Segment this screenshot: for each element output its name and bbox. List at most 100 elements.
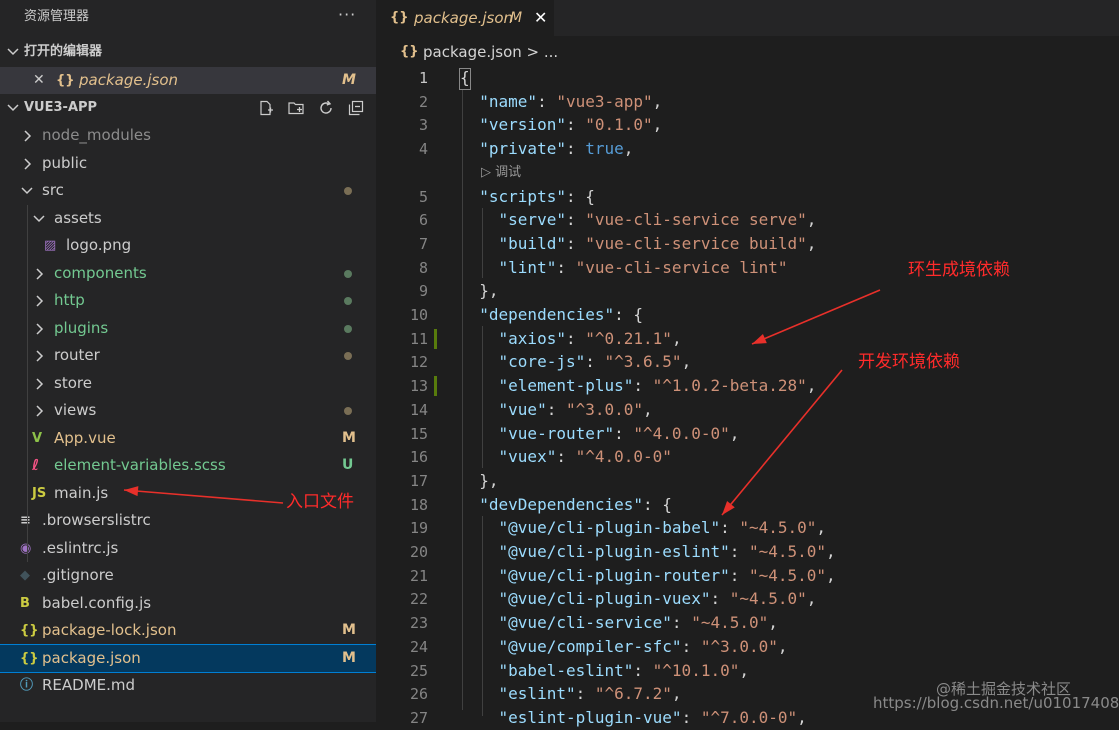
tab-package-json[interactable]: {} package.json M ✕	[376, 0, 554, 36]
git-status-dot	[344, 187, 352, 195]
code-line: "lint": "vue-cli-service lint"	[460, 256, 788, 280]
refresh-icon[interactable]	[318, 100, 334, 116]
code-token: :	[565, 233, 586, 253]
code-token: :	[575, 684, 595, 704]
breadcrumb-path[interactable]: package.json > ...	[423, 38, 558, 66]
new-file-icon[interactable]	[258, 100, 274, 116]
code-line: },	[460, 279, 499, 303]
tree-item[interactable]: V App.vue M	[0, 425, 376, 452]
tree-item-label: .gitignore	[42, 566, 114, 584]
chevron-down-icon[interactable]	[20, 184, 34, 198]
new-folder-icon[interactable]	[288, 100, 304, 116]
code-line: "@vue/cli-plugin-vuex": "~4.5.0",	[460, 587, 817, 611]
code-token: "vue-cli-service serve"	[585, 210, 807, 230]
chevron-right-icon[interactable]	[32, 267, 46, 281]
code-token: :	[614, 423, 634, 443]
open-editor-item[interactable]: ✕ {} package.json M	[0, 67, 376, 94]
code-token: :	[565, 115, 586, 135]
babel-file-icon: B	[20, 595, 30, 611]
code-token: "scripts"	[479, 186, 566, 206]
code-token: "^1.0.2-beta.28"	[652, 376, 807, 396]
code-token: "@vue/compiler-sfc"	[498, 636, 682, 656]
tree-item[interactable]: plugins	[0, 315, 376, 342]
bracket-match-highlight	[459, 68, 471, 90]
code-line: "@vue/cli-service": "~4.5.0",	[460, 611, 778, 635]
more-actions-button[interactable]: ···	[338, 0, 356, 32]
code-editor[interactable]: 1{2 "name": "vue3-app", 3 "version": "0.1…	[376, 66, 1119, 727]
code-token: :	[729, 542, 749, 561]
code-line: "devDependencies": {	[460, 493, 672, 517]
tree-item-label: router	[54, 346, 100, 364]
chevron-right-icon[interactable]	[32, 377, 46, 391]
line-number: 22	[409, 590, 428, 609]
line-number: 3	[418, 116, 428, 135]
line-number: 17	[409, 471, 428, 490]
collapse-all-icon[interactable]	[348, 100, 364, 116]
chevron-right-icon[interactable]	[32, 404, 46, 418]
tree-item[interactable]: http	[0, 287, 376, 314]
git-status-badge: M	[342, 649, 356, 666]
code-line: "eslint": "^6.7.2",	[460, 682, 682, 706]
chevron-down-icon[interactable]	[32, 212, 46, 226]
chevron-right-icon[interactable]	[20, 129, 34, 143]
code-token: ,	[806, 589, 817, 609]
debug-codelens[interactable]: ▷ 调试	[481, 161, 521, 185]
code-line: "vue-router": "^4.0.0-0",	[460, 422, 740, 446]
code-token: "^3.6.5"	[604, 352, 682, 372]
tree-item[interactable]: components	[0, 260, 376, 287]
tree-item[interactable]: ◉ .eslintrc.js	[0, 535, 376, 562]
tree-item[interactable]: {} package.json M	[0, 643, 376, 673]
chevron-right-icon[interactable]	[32, 349, 46, 363]
tree-item[interactable]: ℓ element-variables.scss U	[0, 452, 376, 479]
close-tab-icon[interactable]: ✕	[534, 0, 547, 36]
project-header[interactable]: VUE3-APP	[0, 96, 376, 120]
tree-item-label: .browserslistrc	[42, 511, 151, 529]
tree-item[interactable]: ⓘ README.md	[0, 672, 376, 699]
code-token: "0.1.0"	[585, 115, 653, 135]
tree-item-label: assets	[54, 208, 102, 227]
code-token: true	[585, 139, 624, 159]
tree-item[interactable]: ▨ logo.png	[0, 232, 376, 259]
git-status-dot	[344, 324, 352, 333]
js-file-icon: JS	[32, 485, 47, 501]
entry-file-annotation: 入口文件	[286, 492, 354, 512]
tree-item[interactable]: views	[0, 397, 376, 424]
tree-item[interactable]: src	[0, 177, 376, 204]
tree-item[interactable]: node_modules	[0, 122, 376, 149]
code-token: :	[556, 257, 576, 277]
json-file-icon: {}	[20, 650, 39, 666]
code-token: ,	[826, 565, 836, 585]
chevron-right-icon[interactable]	[32, 294, 46, 308]
code-token: "dependencies"	[479, 305, 615, 324]
code-token: },	[460, 281, 499, 301]
code-token: ,	[729, 423, 740, 443]
scss-file-icon: ℓ	[32, 456, 40, 474]
tree-item[interactable]: assets	[0, 205, 376, 232]
explorer-title-bar: 资源管理器 ···	[0, 0, 376, 34]
chevron-right-icon[interactable]	[20, 157, 34, 171]
code-token: "~4.5.0"	[748, 542, 827, 561]
code-token: "babel-eslint"	[498, 660, 634, 680]
code-token: "^3.0.0"	[700, 636, 778, 656]
code-token: ,	[806, 210, 817, 230]
tree-item[interactable]: {} package-lock.json M	[0, 617, 376, 644]
code-line: "version": "0.1.0",	[460, 113, 662, 137]
tree-item[interactable]: store	[0, 370, 376, 397]
tree-item[interactable]: public	[0, 150, 376, 177]
chevron-right-icon[interactable]	[32, 322, 46, 336]
tree-item[interactable]: ◆ .gitignore	[0, 562, 376, 589]
open-editors-header[interactable]: 打开的编辑器	[0, 40, 376, 64]
code-token: "vue-cli-service build"	[585, 233, 807, 253]
close-icon[interactable]: ✕	[33, 67, 45, 94]
tree-item[interactable]: router	[0, 342, 376, 369]
code-token: :	[671, 613, 692, 633]
line-number: 4	[418, 140, 428, 159]
tree-item[interactable]: Bbabel.config.js	[0, 590, 376, 617]
code-token: "core-js"	[498, 352, 586, 372]
code-token: "devDependencies"	[479, 494, 644, 514]
eslint-file-icon: ◉	[20, 540, 32, 556]
